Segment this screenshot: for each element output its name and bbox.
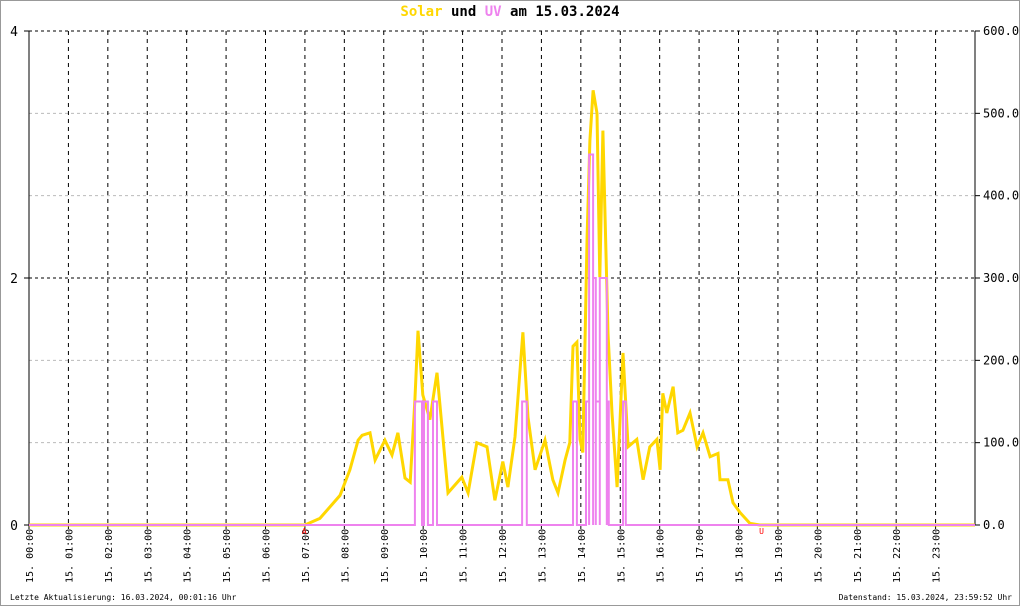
right-tick-label: 100.0	[983, 436, 1019, 450]
left-tick-label: 2	[10, 272, 18, 287]
right-tick-label: 400.0	[983, 189, 1019, 203]
x-tick-label: 15. 04:00	[183, 529, 194, 583]
right-tick-label: 500.0	[983, 106, 1019, 120]
x-tick-label: 15. 03:00	[143, 529, 154, 583]
series-solar-line	[29, 90, 975, 527]
x-tick-label: 15. 15:00	[616, 529, 627, 583]
x-tick-label: 15. 19:00	[774, 529, 785, 583]
last-update-text: Letzte Aktualisierung: 16.03.2024, 00:01…	[10, 593, 237, 602]
x-tick-label: 15. 17:00	[695, 529, 706, 583]
data-state-text: Datenstand: 15.03.2024, 23:59:52 Uhr	[838, 593, 1012, 602]
x-tick-label: 15. 01:00	[64, 529, 75, 583]
x-tick-label: 15. 05:00	[222, 529, 233, 583]
x-tick-label: 15. 20:00	[813, 529, 824, 583]
left-tick-label: 0	[10, 519, 18, 534]
x-tick-label: 15. 13:00	[537, 529, 548, 583]
right-tick-label: 600.0	[983, 24, 1019, 38]
x-tick-label: 15. 11:00	[459, 529, 470, 583]
x-tick-label: 15. 22:00	[892, 529, 903, 583]
x-tick-label: 15. 00:00	[25, 529, 36, 583]
right-tick-label: 200.0	[983, 353, 1019, 367]
right-tick-label: 0.0	[983, 518, 1005, 532]
solar-uv-chart: 15. 00:00 15. 01:00 15. 02:00 15. 03:00 15. …	[10, 24, 1019, 583]
x-tick-label: 15. 14:00	[577, 529, 588, 583]
x-tick-label: 15. 21:00	[853, 529, 864, 583]
left-tick-label: 4	[10, 25, 18, 40]
marker-u: U	[759, 527, 764, 536]
right-tick-label: 300.0	[983, 271, 1019, 285]
x-tick-label: 15. 06:00	[262, 529, 273, 583]
x-tick-label: 15. 08:00	[340, 529, 351, 583]
x-tick-label: 15. 10:00	[419, 529, 430, 583]
x-tick-label: 15. 23:00	[932, 529, 943, 583]
x-tick-label: 15. 18:00	[735, 529, 746, 583]
x-tick-label: 15. 07:00	[301, 529, 312, 583]
x-tick-label: 15. 12:00	[498, 529, 509, 583]
x-tick-label: 15. 02:00	[104, 529, 115, 583]
x-tick-label: 15. 16:00	[656, 529, 667, 583]
x-tick-label: 15. 09:00	[380, 529, 391, 583]
marker-a: A	[302, 527, 307, 536]
